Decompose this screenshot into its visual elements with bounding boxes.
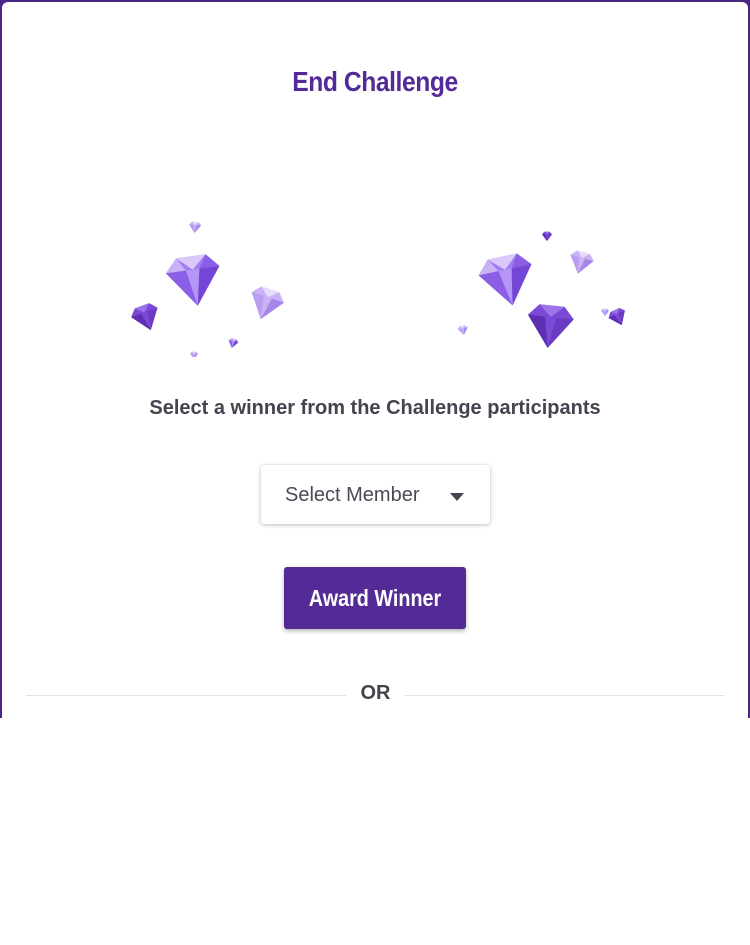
award-winner-button[interactable]: Award Winner — [284, 567, 466, 629]
diamond-gems-icon — [128, 221, 630, 357]
select-member-dropdown[interactable]: Select Member — [261, 465, 490, 524]
divider-left — [26, 695, 346, 696]
caret-down-icon — [450, 493, 464, 501]
divider-right — [405, 695, 725, 696]
modal-title: End Challenge — [292, 66, 458, 97]
select-member-label: Select Member — [285, 484, 420, 506]
end-challenge-modal: End Challenge Select a winner from the C… — [2, 2, 748, 718]
select-winner-prompt: Select a winner from the Challenge parti… — [149, 397, 601, 419]
or-divider-text: OR — [360, 682, 391, 704]
award-winner-label: Award Winner — [308, 584, 442, 611]
